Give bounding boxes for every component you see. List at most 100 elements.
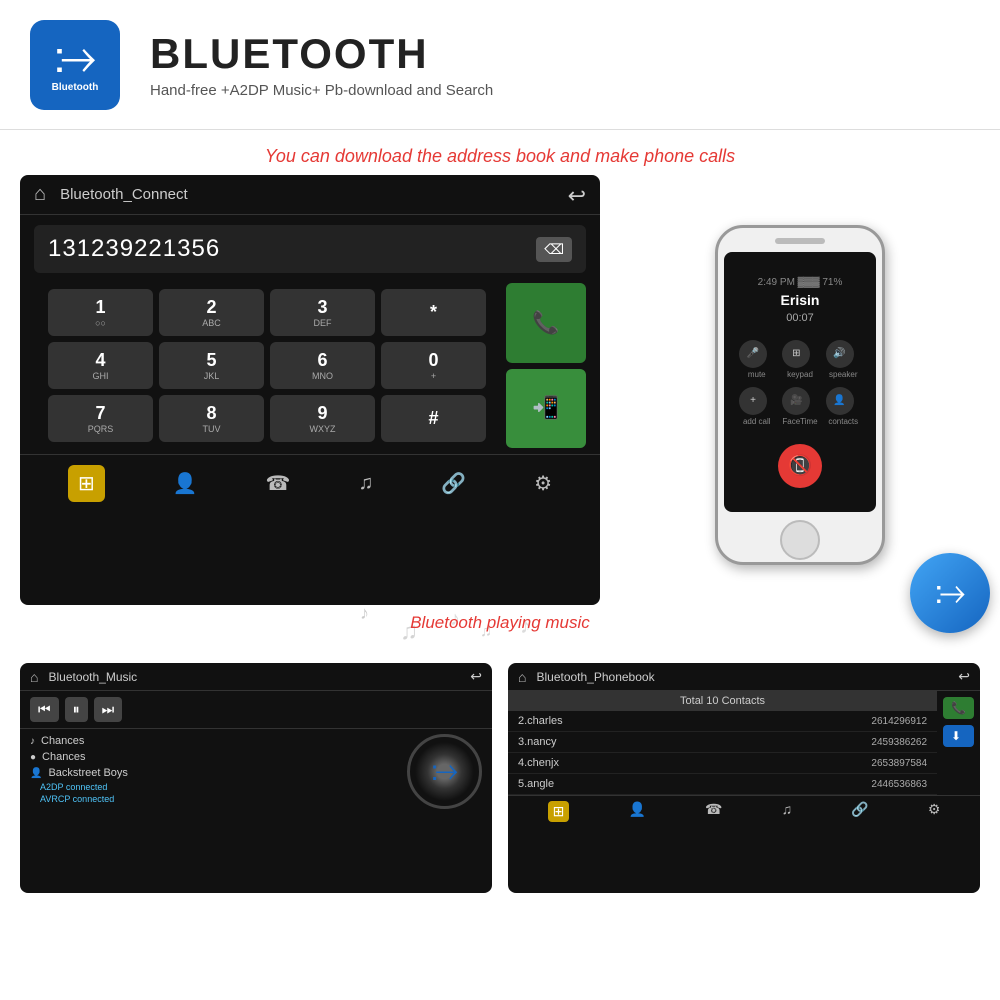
music-section-label: Bluetooth playing music — [20, 613, 980, 633]
bluetooth-symbol-icon: ⧴ — [54, 36, 96, 80]
end-call-button[interactable]: 📵 — [778, 444, 822, 488]
lower-section: Bluetooth playing music ♪ ♫ ♪ ♫ ♪ ⧴ ⌂ Bl… — [0, 613, 1000, 893]
track-name-1: Chances — [41, 735, 84, 747]
key-1[interactable]: 1 ○○ — [48, 289, 153, 336]
dialed-number: 131239221356 — [48, 235, 220, 263]
key-2[interactable]: 2 ABC — [159, 289, 264, 336]
phone-speaker — [775, 238, 825, 244]
pb-nav-contacts[interactable]: 👤 — [628, 801, 645, 822]
keypad-icon: ⊞ — [782, 340, 810, 368]
backspace-button[interactable]: ⌫ — [536, 237, 572, 262]
mute-icon: 🎤 — [739, 340, 767, 368]
contact-name-1: 2.charles — [518, 715, 871, 727]
bluetooth-music-bubble: ⧴ — [910, 553, 990, 633]
music-notes-decoration: Bluetooth playing music ♪ ♫ ♪ ♫ ♪ — [20, 613, 980, 663]
nav-link-icon[interactable]: 🔗 — [441, 471, 466, 496]
disc-bluetooth-icon: ⧴ — [431, 755, 458, 788]
pb-contact-2[interactable]: 3.nancy 2459386262 — [508, 732, 937, 753]
phonebook-list: Total 10 Contacts 2.charles 2614296912 3… — [508, 691, 937, 795]
key-0[interactable]: 0 + — [381, 342, 486, 389]
pb-nav-link[interactable]: 🔗 — [851, 801, 868, 822]
bluetooth-icon-label: Bluetooth — [52, 82, 99, 93]
pb-nav-bar: ⊞ 👤 ☎ ♫ 🔗 ⚙ — [508, 795, 980, 827]
nav-music-icon[interactable]: ♫ — [358, 472, 373, 495]
facetime-icon: 🎥 — [782, 387, 810, 415]
number-keypad: 1 ○○ 2 ABC 3 DEF * 4 GHI 5 JKL 6 MNO 0 +… — [34, 283, 500, 448]
pb-contact-1[interactable]: 2.charles 2614296912 — [508, 711, 937, 732]
addcall-option[interactable]: + add call — [739, 387, 774, 426]
pb-screen-title: Bluetooth_Phonebook — [536, 670, 958, 684]
pb-back-icon[interactable]: ↩ — [958, 668, 970, 685]
vinyl-disc: ⧴ — [407, 734, 482, 809]
call-duration: 00:07 — [786, 312, 814, 324]
call-options-grid: 🎤 mute ⊞ keypad 🔊 speaker + add call — [729, 340, 871, 426]
contact-num-1: 2614296912 — [871, 716, 927, 727]
addcall-icon: + — [739, 387, 767, 415]
key-7[interactable]: 7 PQRS — [48, 395, 153, 442]
music-playback-controls: ⏮ ⏸ ⏭ — [20, 691, 492, 729]
nav-apps-icon[interactable]: ⊞ — [68, 465, 105, 502]
key-8[interactable]: 8 TUV — [159, 395, 264, 442]
facetime-option[interactable]: 🎥 FaceTime — [782, 387, 817, 426]
bluetooth-logo-box: ⧴ Bluetooth — [30, 20, 120, 110]
note-icon-2: ● — [30, 752, 36, 763]
note-icon-1: ♪ — [30, 736, 35, 747]
key-5[interactable]: 5 JKL — [159, 342, 264, 389]
call-button-2[interactable]: 📲 — [506, 369, 586, 449]
artist-name: Backstreet Boys — [48, 767, 127, 779]
music-back-icon[interactable]: ↩ — [470, 668, 482, 685]
pb-call-button[interactable]: 📞 — [943, 697, 974, 719]
bluetooth-headphones-icon: ⧴ — [935, 574, 965, 612]
home-icon[interactable]: ⌂ — [34, 183, 46, 206]
nav-phone-icon[interactable]: ☎ — [265, 471, 290, 496]
header-text-block: BLUETOOTH Hand-free +A2DP Music+ Pb-down… — [150, 30, 493, 99]
call-contact-name: Erisin — [781, 292, 820, 308]
lower-screens-container: ⌂ Bluetooth_Music ↩ ⏮ ⏸ ⏭ ♪ Chances ● Ch… — [20, 663, 980, 893]
pb-nav-apps[interactable]: ⊞ — [548, 801, 570, 822]
screen-title: Bluetooth_Connect — [60, 186, 188, 203]
pb-contact-3[interactable]: 4.chenjx 2653897584 — [508, 753, 937, 774]
contacts-option[interactable]: 👤 contacts — [826, 387, 861, 426]
pb-nav-music[interactable]: ♫ — [782, 801, 793, 822]
phonebook-content: Total 10 Contacts 2.charles 2614296912 3… — [508, 691, 980, 795]
phone-home-button[interactable] — [780, 520, 820, 560]
call-buttons: 📞 📲 — [506, 283, 586, 448]
nav-contacts-icon[interactable]: 👤 — [173, 471, 198, 496]
prev-button[interactable]: ⏮ — [30, 697, 59, 722]
screen-nav-bar: ⊞ 👤 ☎ ♫ 🔗 ⚙ — [20, 454, 600, 512]
phonebook-screen: ⌂ Bluetooth_Phonebook ↩ Total 10 Contact… — [508, 663, 980, 893]
contact-name-4: 5.angle — [518, 778, 871, 790]
keypad-area: 1 ○○ 2 ABC 3 DEF * 4 GHI 5 JKL 6 MNO 0 +… — [20, 283, 600, 448]
contact-num-2: 2459386262 — [871, 737, 927, 748]
pb-home-icon[interactable]: ⌂ — [518, 669, 526, 685]
call-button[interactable]: 📞 — [506, 283, 586, 363]
music-screen-topbar: ⌂ Bluetooth_Music ↩ — [20, 663, 492, 691]
pb-contact-4[interactable]: 5.angle 2446536863 — [508, 774, 937, 795]
nav-settings-icon[interactable]: ⚙ — [534, 471, 552, 496]
artist-icon: 👤 — [30, 768, 42, 779]
pb-download-button[interactable]: ⬇ — [943, 725, 974, 747]
pb-nav-settings[interactable]: ⚙ — [928, 801, 941, 822]
key-3[interactable]: 3 DEF — [270, 289, 375, 336]
page-title: BLUETOOTH — [150, 30, 493, 78]
key-9[interactable]: 9 WXYZ — [270, 395, 375, 442]
speaker-option[interactable]: 🔊 speaker — [826, 340, 861, 379]
dial-screen: ↩ ⌂ Bluetooth_Connect 131239221356 ⌫ 1 ○… — [20, 175, 600, 605]
mute-option[interactable]: 🎤 mute — [739, 340, 774, 379]
key-hash[interactable]: # — [381, 395, 486, 442]
play-pause-button[interactable]: ⏸ — [65, 697, 88, 722]
next-button[interactable]: ⏭ — [94, 697, 123, 722]
speaker-icon: 🔊 — [826, 340, 854, 368]
key-4[interactable]: 4 GHI — [48, 342, 153, 389]
back-arrow-icon[interactable]: ↩ — [568, 183, 586, 209]
header-subtitle: Hand-free +A2DP Music+ Pb-download and S… — [150, 82, 493, 99]
pb-nav-phone[interactable]: ☎ — [705, 801, 722, 822]
keypad-option[interactable]: ⊞ keypad — [782, 340, 817, 379]
contact-name-2: 3.nancy — [518, 736, 871, 748]
key-6[interactable]: 6 MNO — [270, 342, 375, 389]
contact-name-3: 4.chenjx — [518, 757, 871, 769]
music-screen-title: Bluetooth_Music — [48, 670, 470, 684]
music-home-icon[interactable]: ⌂ — [30, 669, 38, 685]
track-name-2: Chances — [42, 751, 85, 763]
key-star[interactable]: * — [381, 289, 486, 336]
